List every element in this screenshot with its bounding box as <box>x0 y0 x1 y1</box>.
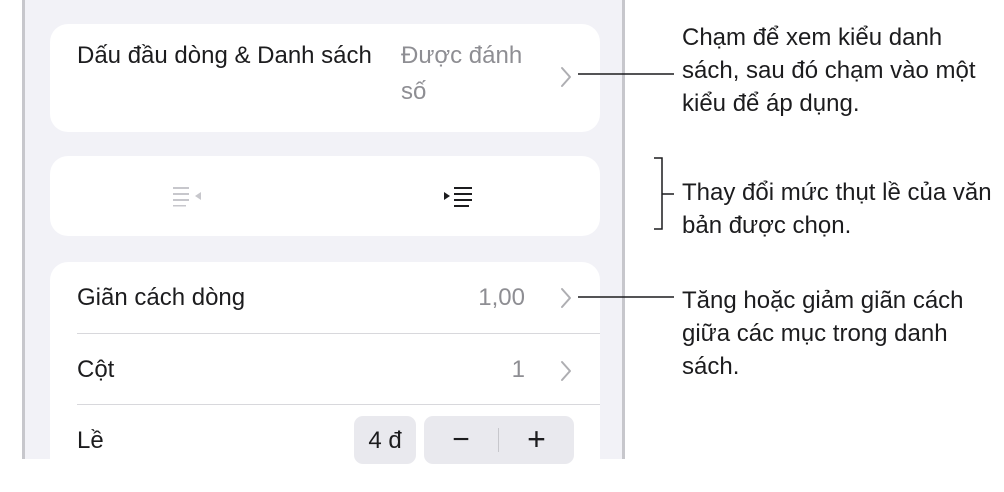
callout-list-style: Chạm để xem kiểu danh sách, sau đó chạm … <box>682 24 976 117</box>
callout-spacing: Tăng hoặc giảm giãn cách giữa các mục tr… <box>682 287 964 380</box>
indent-bracket <box>654 157 674 230</box>
callout-indent: Thay đổi mức thụt lề của văn bản được ch… <box>682 179 992 239</box>
